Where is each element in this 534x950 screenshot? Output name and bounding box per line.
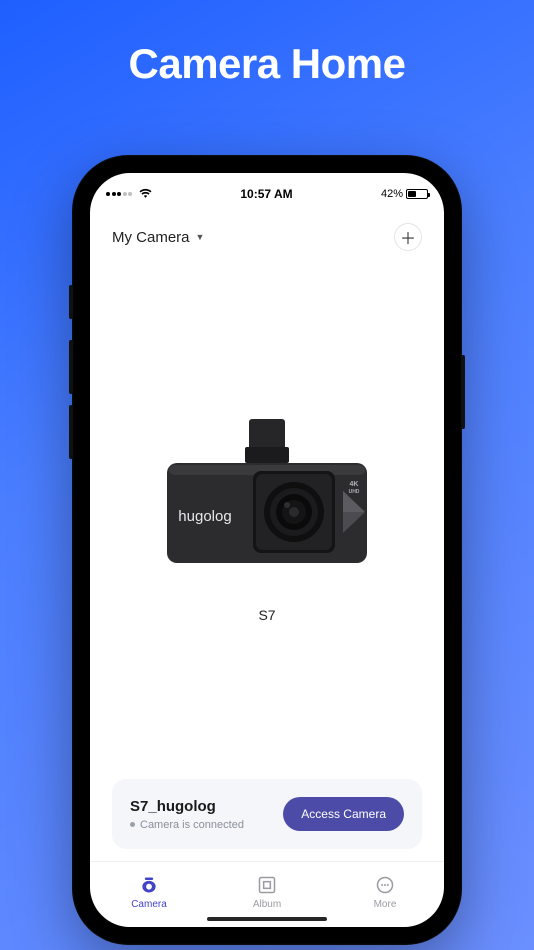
nav-item-album[interactable]: Album <box>232 874 302 910</box>
main-content: hugolog <box>90 257 444 861</box>
phone-side-button <box>69 340 73 394</box>
status-right: 42% <box>381 188 428 200</box>
svg-text:hugolog: hugolog <box>178 508 231 525</box>
battery-icon <box>406 189 428 199</box>
phone-side-button <box>69 405 73 459</box>
wifi-icon <box>139 188 152 201</box>
home-indicator[interactable] <box>207 917 327 921</box>
device-card: S7_hugolog Camera is connected Access Ca… <box>112 779 422 849</box>
phone-side-button <box>69 285 73 319</box>
svg-text:UHD: UHD <box>349 489 360 495</box>
status-bar: 10:57 AM 42% <box>90 179 444 209</box>
camera-model-label: S7 <box>258 607 275 623</box>
access-camera-button[interactable]: Access Camera <box>283 797 404 831</box>
svg-text:4K: 4K <box>350 481 359 488</box>
phone-side-button <box>461 355 465 429</box>
plus-icon: ＋ <box>400 225 416 249</box>
camera-nav-icon <box>138 874 160 896</box>
camera-illustration: hugolog <box>112 267 422 779</box>
chevron-down-icon: ▼ <box>196 232 205 242</box>
album-nav-icon <box>256 874 278 896</box>
nav-item-camera[interactable]: Camera <box>114 874 184 910</box>
battery-percentage: 42% <box>381 188 403 200</box>
nav-label: Camera <box>131 899 167 910</box>
signal-dots-icon <box>106 192 132 196</box>
nav-label: Album <box>253 899 281 910</box>
add-button[interactable]: ＋ <box>394 223 422 251</box>
phone-screen: 10:57 AM 42% My Camera ▼ ＋ <box>90 173 444 927</box>
header-title: My Camera <box>112 229 190 246</box>
nav-label: More <box>374 899 397 910</box>
status-time: 10:57 AM <box>240 187 292 201</box>
phone-frame: 10:57 AM 42% My Camera ▼ ＋ <box>72 155 462 945</box>
more-nav-icon <box>374 874 396 896</box>
nav-item-more[interactable]: More <box>350 874 420 910</box>
dashcam-icon: hugolog <box>157 413 377 593</box>
hero-title: Camera Home <box>0 0 534 88</box>
device-name: S7_hugolog <box>130 798 244 815</box>
header-dropdown[interactable]: My Camera ▼ <box>112 229 204 246</box>
status-dot-icon <box>130 822 135 827</box>
app-header: My Camera ▼ ＋ <box>90 209 444 257</box>
status-left <box>106 188 152 201</box>
device-status: Camera is connected <box>140 819 244 831</box>
